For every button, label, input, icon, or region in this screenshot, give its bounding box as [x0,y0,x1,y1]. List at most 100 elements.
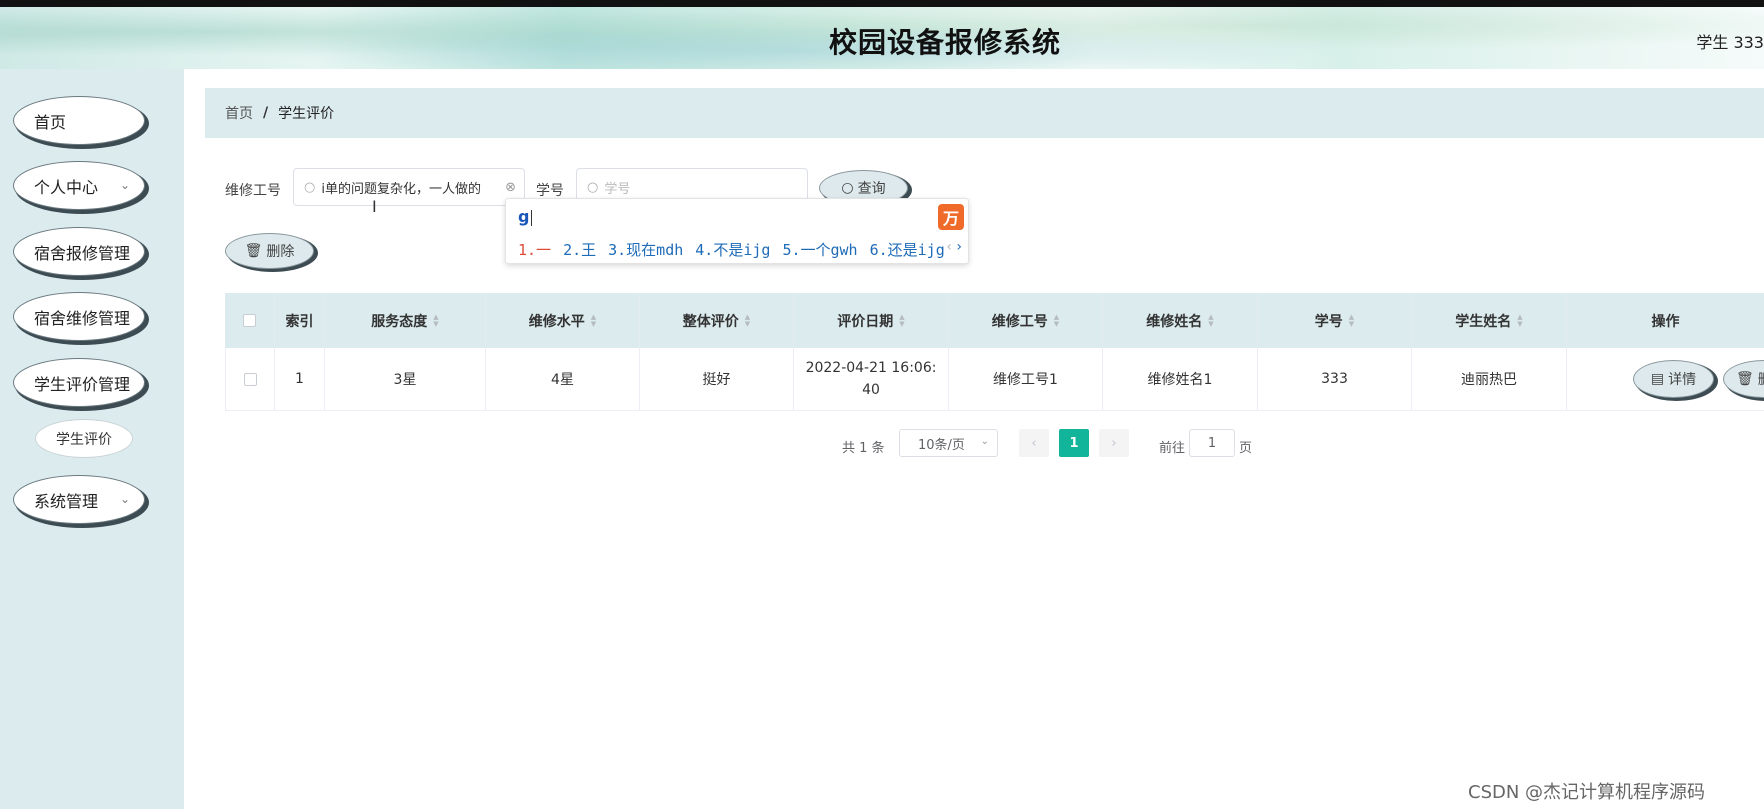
sidebar-item-label: 宿舍报修管理 [34,243,131,263]
ime-candidate[interactable]: 3.现在mdh [608,241,683,259]
column-header-label: 整体评价 [682,313,739,330]
sidebar-subitem-student-evaluation[interactable]: 学生评价 [35,419,133,458]
cell-index: 1 [275,348,325,410]
sidebar-item-system[interactable]: 系统管理 ⌄ [13,475,145,524]
goto-label: 前往 [1159,441,1186,456]
breadcrumb-separator: / [263,105,269,121]
user-label[interactable]: 学生 333 [1696,29,1764,53]
ime-composition: g [518,207,532,226]
column-header[interactable]: 维修工号 ▲ ▼ [949,293,1103,348]
ime-candidate[interactable]: 5.一个gwh [782,241,857,259]
chevron-right-icon[interactable]: › [956,239,962,255]
worker-id-input[interactable]: ○ i单的问题复杂化，一人做的 ⊗ [293,168,525,206]
sidebar-item-dorm-maintenance[interactable]: 宿舍维修管理 [13,292,145,341]
column-header[interactable]: 维修姓名 ▲ ▼ [1103,293,1258,348]
delete-button[interactable]: 🗑 删除 [225,233,314,269]
detail-button[interactable]: ▤ 详情 [1633,360,1714,398]
table-header: 索引 服务态度 ▲ ▼ 维修水平 ▲ ▼ 整体评价 ▲ ▼ 评价日期 ▲ ▼ 维修工号 ▲ ▼ 维修… [225,293,1764,348]
cell-worker-id: 维修工号1 [949,348,1103,410]
cell-actions: ▤详情 🗑删除 [1567,348,1764,410]
document-icon: ▤ [1650,371,1665,387]
column-header-label: 评价日期 [837,313,894,330]
breadcrumb: 首页 / 学生评价 [205,88,1764,138]
column-header[interactable]: 学生姓名 ▲ ▼ [1412,293,1567,348]
detail-button-label: 详情 [1668,372,1697,388]
sidebar-item-profile[interactable]: 个人中心 ⌄ [13,161,145,210]
sort-icon[interactable]: ▲ ▼ [1517,313,1522,328]
column-header[interactable]: 整体评价 ▲ ▼ [640,293,794,348]
student-id-placeholder: 学号 [604,181,631,197]
worker-id-label: 维修工号 [225,183,281,199]
trash-icon: 🗑 [244,243,263,259]
sidebar-item-home[interactable]: 首页 [13,96,145,145]
cell-service: 3星 [325,348,486,410]
search-icon: ○ [587,179,599,195]
breadcrumb-current: 学生评价 [278,106,335,122]
column-header-label: 操作 [1651,313,1680,330]
student-id-label: 学号 [536,183,564,199]
cell-overall: 挺好 [640,348,794,410]
sidebar-item-label: 首页 [34,112,67,132]
sort-icon[interactable]: ▲ ▼ [591,313,596,328]
column-header[interactable]: 评价日期 ▲ ▼ [794,293,949,348]
app-header: 校园设备报修系统 学生 333 [0,7,1764,69]
page-unit-label: 页 [1239,441,1253,456]
column-header-label: 维修工号 [991,313,1048,330]
window-top-edge [0,0,1764,7]
chevron-down-icon: ⌄ [980,436,989,447]
prev-page-button[interactable]: ‹ [1019,429,1049,457]
text-cursor-icon: I [372,197,377,216]
sidebar-item-label: 系统管理 [34,491,99,511]
select-all-checkbox[interactable] [243,314,256,327]
sort-icon[interactable]: ▲ ▼ [1208,313,1213,328]
row-delete-button[interactable]: 🗑删除 [1723,360,1764,398]
sort-icon[interactable]: ▲ ▼ [1054,313,1059,328]
row-checkbox[interactable] [243,372,257,386]
sidebar-item-evaluation[interactable]: 学生评价管理 [13,358,145,407]
cell-worker-name: 维修姓名1 [1103,348,1258,410]
app-title: 校园设备报修系统 [828,26,1061,59]
sidebar-item-label: 学生评价管理 [34,374,131,394]
column-header[interactable]: 维修水平 ▲ ▼ [486,293,640,348]
ime-candidate[interactable]: 4.不是ijg [695,241,770,259]
chevron-left-icon[interactable]: ‹ [946,239,952,255]
ime-candidate[interactable]: 1.一 [518,241,551,259]
column-header-label: 维修水平 [528,313,585,330]
page-size-value: 10条/页 [918,437,965,453]
row-delete-button-label: 删除 [1758,369,1764,389]
trash-icon: 🗑 [1736,371,1754,387]
column-header[interactable]: 学号 ▲ ▼ [1258,293,1412,348]
page-number-current[interactable]: 1 [1059,429,1089,457]
chevron-down-icon: ⌄ [119,178,130,192]
ime-candidate[interactable]: 6.还是ijg [870,241,945,259]
next-page-button[interactable]: › [1099,429,1129,457]
cell-date: 2022-04-21 16:06:40 [794,348,949,410]
sort-icon[interactable]: ▲ ▼ [899,313,904,328]
ime-candidates: 1.一 2.王 3.现在mdh 4.不是ijg 5.一个gwh 6.还是ijg [518,239,957,260]
search-icon: ○ [841,180,854,196]
select-all-checkbox-cell [225,293,275,348]
worker-id-value: i单的问题复杂化，一人做的 [321,181,481,197]
query-button-label: 查询 [857,181,886,197]
pagination-total: 共 1 条 [842,441,885,456]
cell-student-name: 迪丽热巴 [1412,348,1567,410]
breadcrumb-home[interactable]: 首页 [225,103,253,123]
goto-page-input[interactable]: 1 [1189,429,1235,457]
column-header-label: 服务态度 [371,313,428,330]
column-header-label: 索引 [285,313,314,330]
sort-icon[interactable]: ▲ ▼ [433,313,438,328]
ime-candidate[interactable]: 2.王 [563,241,596,259]
page-size-select[interactable]: 10条/页 ⌄ [899,429,998,457]
sidebar-item-label: 个人中心 [34,177,99,197]
column-header[interactable]: 服务态度 ▲ ▼ [325,293,486,348]
table-row[interactable]: 1 3星 4星 挺好 2022-04-21 16:06:40 维修工号1 维修姓… [225,348,1764,411]
sort-icon[interactable]: ▲ ▼ [745,313,750,328]
sidebar-item-dorm-repair[interactable]: 宿舍报修管理 [13,227,145,276]
row-checkbox-cell [225,348,275,410]
ime-page-nav[interactable]: ‹ › [946,239,962,255]
chevron-right-icon: › [1111,435,1117,451]
watermark: CSDN @杰记计算机程序源码 [1468,782,1706,803]
column-header: 操作 [1567,293,1764,348]
sort-icon[interactable]: ▲ ▼ [1349,313,1354,328]
clear-icon[interactable]: ⊗ [505,180,516,195]
